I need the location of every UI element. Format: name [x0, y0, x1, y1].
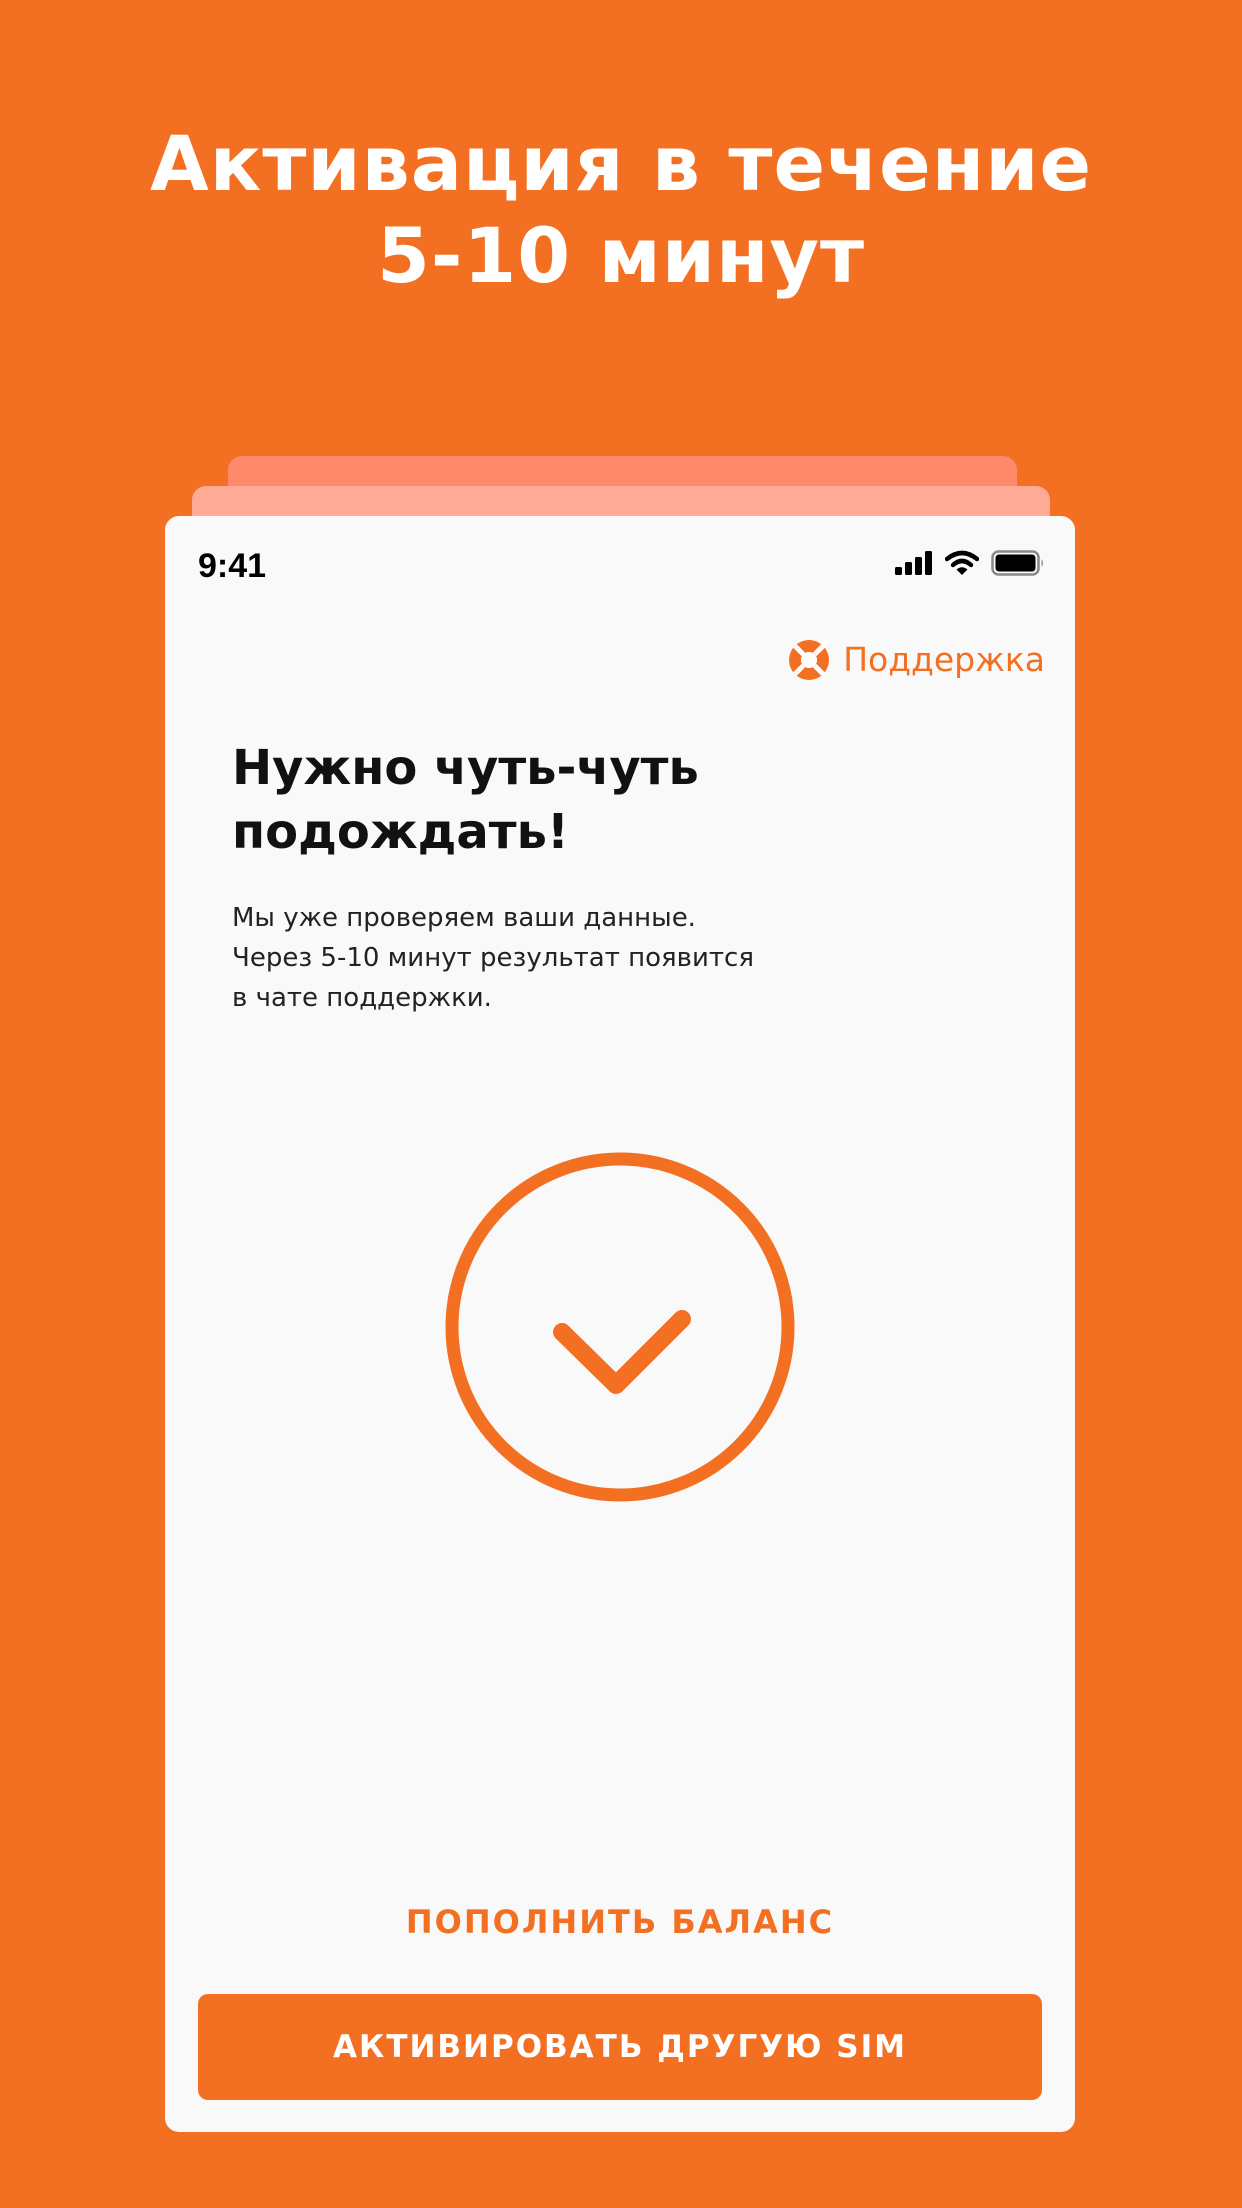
wifi-icon — [945, 550, 979, 575]
promo-headline-line-2: 5-10 минут — [376, 211, 866, 300]
page-title-line-2: подождать! — [232, 804, 569, 860]
support-link[interactable]: Поддержка — [789, 638, 1045, 682]
cellular-signal-icon — [895, 551, 932, 575]
page-title-line-1: Нужно чуть-чуть — [232, 740, 699, 796]
support-label: Поддержка — [843, 640, 1045, 679]
page-title: Нужно чуть-чуть подождать! — [232, 736, 932, 864]
phone-screen: 9:41 Поддержка Нужно чуть-чуть подождать… — [165, 516, 1075, 2132]
status-bar-time: 9:41 — [198, 547, 267, 585]
description-line-3: в чате поддержки. — [232, 983, 492, 1013]
activate-other-sim-button[interactable]: АКТИВИРОВАТЬ ДРУГУЮ SIM — [198, 1994, 1042, 2100]
check-circle-icon — [445, 1152, 795, 1502]
description-line-2: Через 5-10 минут результат появится — [232, 943, 754, 973]
lifebuoy-icon — [789, 640, 830, 680]
status-description: Мы уже проверяем ваши данные. Через 5-10… — [232, 898, 932, 1018]
promo-headline: Активация в течение 5-10 минут — [0, 118, 1242, 302]
description-line-1: Мы уже проверяем ваши данные. — [232, 903, 696, 933]
top-up-balance-button[interactable]: ПОПОЛНИТЬ БАЛАНС — [165, 1900, 1075, 1944]
promo-headline-line-1: Активация в течение — [149, 119, 1093, 208]
status-bar-icons — [895, 550, 1045, 576]
battery-icon — [991, 550, 1043, 576]
